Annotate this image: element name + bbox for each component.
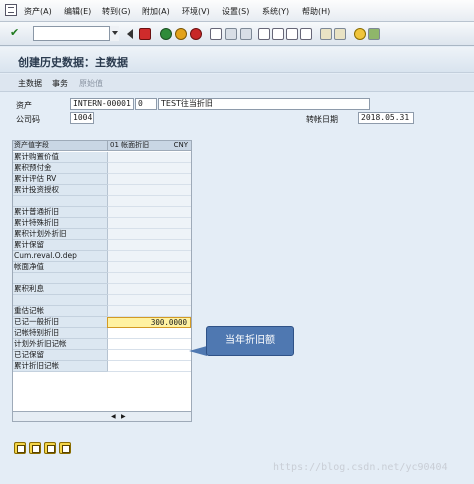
table-row-value-field[interactable] xyxy=(107,339,191,350)
column-header-depreciation-area: 01 帐面折旧 xyxy=(107,141,167,151)
table-row-label: 累计保留 xyxy=(13,240,107,251)
table-row-value-field[interactable] xyxy=(107,240,191,251)
command-history-dropdown[interactable] xyxy=(109,26,119,41)
find-icon[interactable] xyxy=(225,28,237,40)
table-row-label: 累计折旧记帐 xyxy=(13,361,107,372)
table-row-label: 累计评估 RV xyxy=(13,174,107,185)
table-row-value-field[interactable] xyxy=(107,218,191,229)
company-code-label: 公司码 xyxy=(16,115,40,124)
transactions-button[interactable]: 事务 xyxy=(52,78,68,89)
menu-goto[interactable]: 转到(G) xyxy=(102,6,130,17)
application-toolbar: 主数据 事务 原始值 xyxy=(0,74,474,92)
table-row-label: 累计普通折旧 xyxy=(13,207,107,218)
title-bar: 创建历史数据：主数据 xyxy=(0,47,474,73)
menu-environment[interactable]: 环境(V) xyxy=(182,6,210,17)
table-row-value-field[interactable] xyxy=(107,273,191,284)
table-row-value-field[interactable] xyxy=(107,361,191,372)
exit-icon[interactable] xyxy=(175,28,187,40)
asset-description-field[interactable]: TEST往当折旧 xyxy=(158,98,370,110)
print-icon[interactable] xyxy=(210,28,222,40)
table-row-label xyxy=(13,196,107,207)
new-session-icon[interactable] xyxy=(320,28,332,40)
column-header-currency: CNY xyxy=(167,141,191,151)
table-row-label: Cum.reval.O.dep xyxy=(13,251,107,262)
table-row-value-field[interactable] xyxy=(107,163,191,174)
watermark: https://blog.csdn.net/yc90404 xyxy=(273,462,448,473)
table-row-label: 已记保留 xyxy=(13,350,107,361)
menu-extras[interactable]: 附加(A) xyxy=(142,6,170,17)
asset-subnumber-field[interactable]: 0 xyxy=(135,98,157,110)
table-row-value-field[interactable] xyxy=(107,196,191,207)
table-row-value-field[interactable] xyxy=(107,185,191,196)
table-row-label: 记帐特别折旧 xyxy=(13,328,107,339)
back-arrow-icon[interactable] xyxy=(126,28,134,40)
table-row-value-field[interactable] xyxy=(107,229,191,240)
menu-bar: 资产(A) 编辑(E) 转到(G) 附加(A) 环境(V) 设置(S) 系统(Y… xyxy=(0,0,474,22)
menu-asset[interactable]: 资产(A) xyxy=(24,6,52,17)
next-entry-icon[interactable] xyxy=(44,442,56,454)
original-value-button[interactable]: 原始值 xyxy=(79,78,103,89)
table-row-value-field[interactable] xyxy=(107,350,191,361)
table-row-label xyxy=(13,273,107,284)
callout-pointer xyxy=(189,346,207,356)
master-data-button[interactable]: 主数据 xyxy=(18,78,42,89)
table-row-value-field[interactable] xyxy=(107,295,191,306)
table-row-label: 计划外折旧记帐 xyxy=(13,339,107,350)
table-row-label: 重估记帐 xyxy=(13,306,107,317)
scroll-right-icon[interactable]: ▶ xyxy=(121,413,126,420)
table-row-label: 累计特殊折旧 xyxy=(13,218,107,229)
last-page-icon[interactable] xyxy=(300,28,312,40)
table-row-value-field[interactable] xyxy=(107,152,191,163)
table-row-value-field[interactable] xyxy=(107,174,191,185)
first-entry-icon[interactable] xyxy=(14,442,26,454)
company-code-field[interactable]: 1004 xyxy=(70,112,94,124)
asset-value-table: 资产值字段 01 帐面折旧 CNY 累计购置价值 累积预付金 累计评估 RV 累计投资… xyxy=(12,140,192,412)
annotation-callout: 当年折旧额 xyxy=(206,326,294,356)
help-icon[interactable] xyxy=(354,28,366,40)
first-page-icon[interactable] xyxy=(258,28,270,40)
page-title: 创建历史数据：主数据 xyxy=(18,56,128,69)
previous-entry-icon[interactable] xyxy=(29,442,41,454)
enter-icon[interactable]: ✔ xyxy=(10,27,22,39)
standard-toolbar: ✔ xyxy=(0,22,474,46)
horizontal-scrollbar[interactable]: ◀ ▶ xyxy=(12,412,192,422)
menu-system[interactable]: 系统(Y) xyxy=(262,6,289,17)
menu-edit[interactable]: 编辑(E) xyxy=(64,6,91,17)
table-row-label: 已记一般折旧 xyxy=(13,317,107,328)
transfer-date-field[interactable]: 2018.05.31 xyxy=(358,112,414,124)
app-menu-icon[interactable] xyxy=(5,4,17,16)
shortcut-icon[interactable] xyxy=(334,28,346,40)
table-row-label: 累计购置价值 xyxy=(13,152,107,163)
asset-label: 资产 xyxy=(16,101,32,110)
table-row-value-field[interactable] xyxy=(107,207,191,218)
last-entry-icon[interactable] xyxy=(59,442,71,454)
table-row-label: 累积利息 xyxy=(13,284,107,295)
table-row-value-field[interactable] xyxy=(107,328,191,339)
previous-page-icon[interactable] xyxy=(272,28,284,40)
table-row-label xyxy=(13,295,107,306)
menu-help[interactable]: 帮助(H) xyxy=(302,6,330,17)
table-row-value-field[interactable] xyxy=(107,284,191,295)
table-row-value-field[interactable] xyxy=(107,306,191,317)
table-row-label: 帐面净值 xyxy=(13,262,107,273)
column-header-value-field: 资产值字段 xyxy=(13,141,107,151)
cancel-icon[interactable] xyxy=(190,28,202,40)
table-row-label: 累积预付金 xyxy=(13,163,107,174)
back-icon[interactable] xyxy=(160,28,172,40)
table-row-label: 累计投资授权 xyxy=(13,185,107,196)
command-field[interactable] xyxy=(33,26,119,41)
posted-ordinary-depreciation-field[interactable]: 300.0000 xyxy=(107,317,191,328)
table-row-value-field[interactable] xyxy=(107,251,191,262)
save-icon[interactable] xyxy=(139,28,151,40)
layout-menu-icon[interactable] xyxy=(368,28,380,40)
transfer-date-label: 转帐日期 xyxy=(306,115,338,124)
table-row-value-field[interactable] xyxy=(107,262,191,273)
scroll-left-icon[interactable]: ◀ xyxy=(111,413,116,420)
asset-number-field[interactable]: INTERN-00001 xyxy=(70,98,134,110)
find-next-icon[interactable] xyxy=(240,28,252,40)
next-page-icon[interactable] xyxy=(286,28,298,40)
menu-settings[interactable]: 设置(S) xyxy=(222,6,249,17)
table-row-label: 累积计划外折旧 xyxy=(13,229,107,240)
